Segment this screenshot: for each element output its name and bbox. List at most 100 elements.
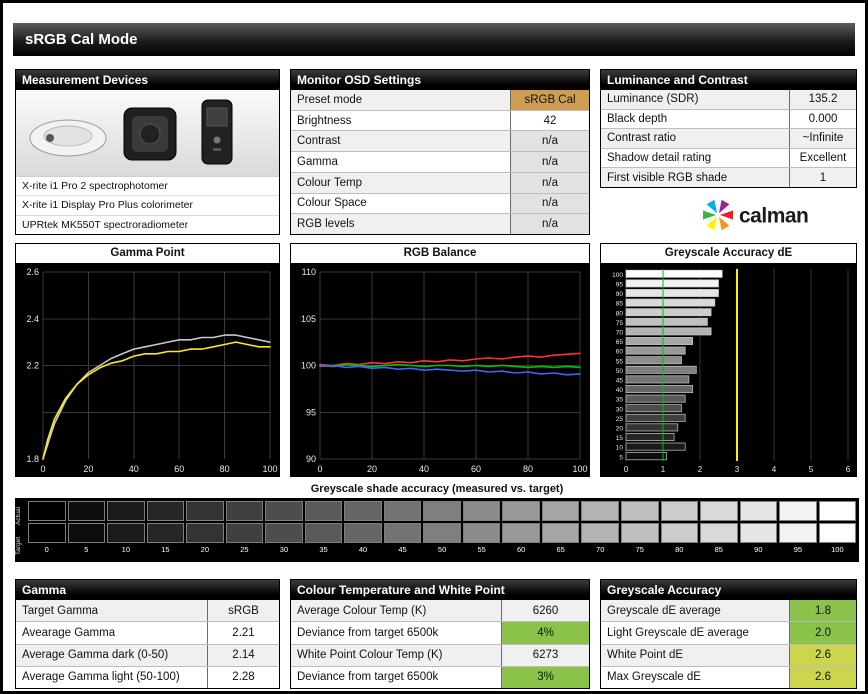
- greyscale-strip: Actual Target 0 5 10 15 20 25 30 35 40 45 50 55 60 65…: [15, 498, 859, 562]
- greyscale-de-chart: 0 1 2 3 4 5 6 100 95 90 85 80 75 70 65 60 55 50 45 40 35 30 25…: [601, 264, 856, 476]
- device-photos: [16, 90, 279, 177]
- row-label: Shadow detail rating: [607, 152, 712, 165]
- de-bar-80: [625, 308, 712, 317]
- rgb-balance-svg: 0 20 40 60 80 100 110 105 100 95 90: [291, 264, 589, 476]
- swatch-level-label: 50: [437, 545, 447, 554]
- x-tick-label: 0: [317, 464, 322, 474]
- swatch-level-label: 45: [398, 545, 407, 554]
- target-shade-swatch: [423, 523, 461, 543]
- row-value: 42: [510, 110, 589, 131]
- target-shade-swatch: [581, 523, 619, 543]
- colour-temp-table: Average Colour Temp (K) 6260 Deviance fro…: [291, 600, 589, 688]
- calman-logo-graphic: calman: [703, 199, 809, 231]
- preset-mode-value: sRGB Cal: [510, 90, 589, 110]
- y-tick-label: 90: [616, 291, 624, 298]
- gamma-point-chart-title: Gamma Point: [16, 244, 279, 264]
- swatch-level-label: 35: [319, 545, 328, 554]
- target-shade-swatch: [28, 523, 66, 543]
- row-label: Deviance from target 6500k: [297, 671, 439, 684]
- y-tick-label: 60: [616, 349, 624, 356]
- row-value: n/a: [510, 193, 589, 214]
- de-bar-60: [625, 346, 686, 355]
- swatch-level-label: 85: [714, 545, 723, 554]
- target-row-label: Target: [15, 536, 22, 556]
- row-value: n/a: [510, 172, 589, 193]
- actual-shade-swatch: [660, 501, 699, 521]
- table-row: Target Gamma sRGB: [16, 600, 279, 622]
- de-bar-55: [625, 356, 682, 365]
- greyscale-swatch-30: 30: [265, 501, 303, 561]
- greyscale-de-panel: Greyscale Accuracy dE 0 1 2 3 4 5 6 100 95 90 85 80…: [600, 243, 857, 477]
- greyscale-swatch-55: 55: [462, 501, 501, 561]
- target-shade-swatch: [67, 523, 106, 543]
- greyscale-strip-title: Greyscale shade accuracy (measured vs. t…: [310, 483, 564, 495]
- actual-shade-swatch: [67, 501, 106, 521]
- table-row: RGB levels n/a: [291, 213, 589, 235]
- de-bar-100: [625, 269, 723, 278]
- actual-shade-swatch: [818, 501, 857, 521]
- table-row: Colour Space n/a: [291, 192, 589, 214]
- greyscale-swatch-20: 20: [186, 501, 224, 561]
- y-tick-label: 15: [616, 435, 624, 442]
- x-tick-label: 4: [772, 465, 777, 474]
- y-tick-label: 25: [616, 416, 624, 423]
- gamma-summary-table: Target Gamma sRGB Avearage Gamma 2.21 Aver…: [16, 600, 279, 688]
- greyscale-swatch-85: 85: [700, 501, 738, 561]
- table-row: Preset mode sRGB Cal: [291, 90, 589, 110]
- swatch-level-label: 100: [831, 545, 844, 554]
- row-value: 2.14: [207, 644, 279, 666]
- measurement-devices-header: Measurement Devices: [16, 70, 279, 90]
- greyscale-swatch-90: 90: [739, 501, 778, 561]
- greyscale-accuracy-panel: Greyscale Accuracy Greyscale dE average 1…: [600, 579, 857, 689]
- actual-shade-swatch: [304, 501, 343, 521]
- de-bar-30: [625, 404, 682, 413]
- row-label: Gamma: [297, 156, 338, 169]
- target-shade-swatch: [186, 523, 224, 543]
- table-row: Max Greyscale dE 2.6: [601, 665, 856, 688]
- report-page: sRGB Cal Mode Measurement Devices X-rite…: [0, 0, 868, 694]
- de-bar-35: [625, 394, 686, 403]
- table-row: Average Gamma dark (0-50) 2.14: [16, 643, 279, 666]
- colour-temp-header: Colour Temperature and White Point: [291, 580, 589, 600]
- de-bar-75: [625, 317, 708, 326]
- device-list: X-rite i1 Pro 2 spectrophotomer X-rite i…: [16, 177, 279, 234]
- y-tick-label: 95: [306, 407, 316, 417]
- status-badge: 2.6: [789, 666, 856, 688]
- row-value: 2.21: [207, 622, 279, 644]
- actual-shade-swatch: [502, 501, 540, 521]
- x-tick-label: 1: [661, 465, 666, 474]
- target-shade-swatch: [383, 523, 422, 543]
- actual-shade-swatch: [581, 501, 619, 521]
- table-row: Brightness 42: [291, 109, 589, 131]
- target-shade-swatch: [344, 523, 382, 543]
- table-row: Colour Temp n/a: [291, 171, 589, 193]
- actual-shade-swatch: [265, 501, 303, 521]
- y-tick-label: 55: [616, 358, 624, 365]
- row-value: Excellent: [789, 148, 856, 168]
- table-row: Contrast ratio ~Infinite: [601, 128, 856, 148]
- rgb-balance-chart-title: RGB Balance: [291, 244, 589, 264]
- target-shade-swatch: [660, 523, 699, 543]
- gamma-point-svg: 0 20 40 60 80 100 2.6 2.4 2.2 1.8: [16, 264, 279, 476]
- x-tick-label: 6: [846, 465, 851, 474]
- de-bar-5: [625, 452, 668, 461]
- greyscale-swatch-25: 25: [225, 501, 264, 561]
- table-row: Gamma n/a: [291, 151, 589, 172]
- de-bar-45: [625, 375, 690, 384]
- table-row: Greyscale dE average 1.8: [601, 600, 856, 622]
- row-value: n/a: [510, 214, 589, 235]
- actual-shade-swatch: [779, 501, 817, 521]
- row-label: White Point Colour Temp (K): [297, 649, 443, 662]
- greyscale-swatch-35: 35: [304, 501, 343, 561]
- de-bar-15: [625, 433, 675, 441]
- y-tick-label: 80: [616, 310, 624, 317]
- y-tick-label: 100: [612, 272, 623, 279]
- row-label: Average Colour Temp (K): [297, 604, 427, 617]
- actual-shade-swatch: [739, 501, 778, 521]
- y-tick-label: 95: [616, 282, 624, 289]
- device-photos-illustration: [16, 90, 279, 176]
- row-label: Colour Space: [297, 197, 367, 210]
- swatch-level-label: 40: [358, 545, 368, 554]
- target-shade-swatch: [304, 523, 343, 543]
- row-label: White Point dE: [607, 649, 684, 662]
